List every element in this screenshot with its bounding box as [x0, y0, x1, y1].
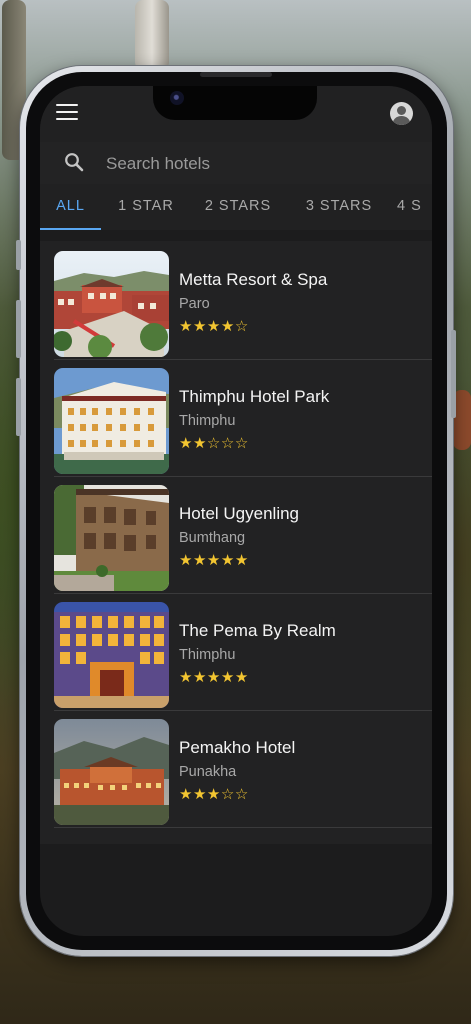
- star-empty-icon: ☆: [234, 785, 249, 803]
- star-rating: ★★☆☆☆: [179, 434, 249, 452]
- search-bar: [40, 142, 432, 184]
- phone-speaker: [200, 72, 272, 77]
- hotel-photo: [54, 602, 169, 708]
- star-empty-icon: ☆: [206, 434, 221, 452]
- hotel-card[interactable]: Hotel Ugyenling Bumthang ★★★★★: [40, 477, 432, 594]
- star-filled-icon: ★: [192, 317, 207, 335]
- star-filled-icon: ★: [179, 668, 193, 686]
- star-empty-icon: ☆: [234, 317, 249, 335]
- star-filled-icon: ★: [206, 317, 221, 335]
- tab-all[interactable]: ALL: [40, 184, 101, 230]
- star-filled-icon: ★: [206, 785, 221, 803]
- hotel-location: Bumthang: [179, 530, 246, 546]
- hotel-name: Pemakho Hotel: [179, 738, 296, 757]
- hotel-name: The Pema By Realm: [179, 621, 336, 640]
- account-circle-icon[interactable]: [390, 102, 413, 125]
- tab-1-star[interactable]: 1 STAR: [106, 184, 186, 230]
- star-filled-icon: ★: [192, 668, 207, 686]
- app-screen: ALL 1 STAR 2 STARS 3 STARS 4 S: [40, 86, 432, 936]
- star-filled-icon: ★: [192, 785, 207, 803]
- phone-side-button: [16, 378, 21, 436]
- star-filled-icon: ★: [179, 434, 193, 452]
- star-filled-icon: ★: [234, 551, 249, 569]
- phone-side-button: [16, 240, 21, 270]
- hotel-location: Thimphu: [179, 413, 236, 429]
- hotel-photo: [54, 251, 169, 357]
- hotel-card[interactable]: Metta Resort & Spa Paro ★★★★☆: [40, 243, 432, 360]
- front-camera: [170, 91, 184, 105]
- search-icon[interactable]: [64, 152, 84, 172]
- phone-side-button: [16, 300, 21, 358]
- star-filled-icon: ★: [179, 785, 193, 803]
- hotel-photo: [54, 485, 169, 591]
- star-empty-icon: ☆: [234, 434, 249, 452]
- menu-icon[interactable]: [56, 104, 78, 124]
- star-filled-icon: ★: [206, 551, 221, 569]
- hotel-card[interactable]: The Pema By Realm Thimphu ★★★★★: [40, 594, 432, 711]
- star-rating: ★★★★☆: [179, 317, 249, 335]
- background-tree-trunk: [135, 0, 169, 70]
- hotel-name: Hotel Ugyenling: [179, 504, 300, 523]
- star-filled-icon: ★: [179, 317, 193, 335]
- star-filled-icon: ★: [234, 668, 249, 686]
- hotel-photo: [54, 719, 169, 825]
- row-divider: [54, 827, 432, 828]
- star-filled-icon: ★: [220, 317, 235, 335]
- star-filled-icon: ★: [192, 434, 207, 452]
- tab-3-stars[interactable]: 3 STARS: [295, 184, 383, 230]
- hotel-list: Metta Resort & Spa Paro ★★★★☆ Thimphu Ho…: [40, 241, 432, 844]
- star-rating: ★★★★★: [179, 551, 249, 569]
- star-filled-icon: ★: [179, 551, 193, 569]
- star-filled-icon: ★: [220, 551, 235, 569]
- star-rating: ★★★★★: [179, 668, 249, 686]
- active-tab-indicator: [40, 228, 101, 230]
- hotel-location: Punakha: [179, 764, 237, 780]
- hotel-name: Metta Resort & Spa: [179, 270, 328, 289]
- star-empty-icon: ☆: [220, 785, 235, 803]
- hotel-location: Thimphu: [179, 647, 236, 663]
- tab-2-stars[interactable]: 2 STARS: [194, 184, 282, 230]
- hotel-name: Thimphu Hotel Park: [179, 387, 330, 406]
- star-filled-icon: ★: [220, 668, 235, 686]
- star-filled-icon: ★: [206, 668, 221, 686]
- hotel-photo: [54, 368, 169, 474]
- star-filter-tabs: ALL 1 STAR 2 STARS 3 STARS 4 S: [40, 184, 432, 230]
- hotel-location: Paro: [179, 296, 210, 312]
- tab-4-stars[interactable]: 4 S: [397, 184, 432, 230]
- star-filled-icon: ★: [192, 551, 207, 569]
- star-empty-icon: ☆: [220, 434, 235, 452]
- hotel-card[interactable]: Pemakho Hotel Punakha ★★★☆☆: [40, 711, 432, 828]
- hotel-card[interactable]: Thimphu Hotel Park Thimphu ★★☆☆☆: [40, 360, 432, 477]
- star-rating: ★★★☆☆: [179, 785, 249, 803]
- phone-side-button: [451, 330, 456, 418]
- search-input[interactable]: [104, 148, 408, 180]
